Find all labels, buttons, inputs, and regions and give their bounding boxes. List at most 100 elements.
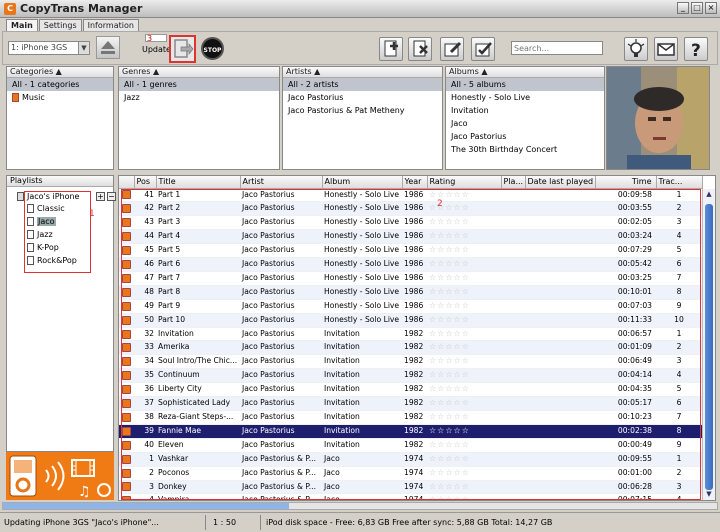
album-item[interactable]: Jaco Pastorius bbox=[446, 130, 604, 143]
rating-stars-icon[interactable]: ☆☆☆☆☆ bbox=[429, 315, 470, 324]
delete-track-button[interactable] bbox=[408, 37, 432, 61]
artist-item[interactable]: Jaco Pastorius & Pat Metheny bbox=[283, 104, 442, 117]
col-album[interactable]: Album bbox=[322, 176, 403, 189]
rating-stars-icon[interactable]: ☆☆☆☆☆ bbox=[429, 495, 470, 500]
categories-header[interactable]: Categories ▲ bbox=[7, 67, 113, 78]
col-time[interactable]: Time bbox=[595, 176, 657, 189]
rating-stars-icon[interactable]: ☆☆☆☆☆ bbox=[429, 370, 470, 379]
table-row[interactable]: 48 Part 8 Jaco Pastorius Honestly - Solo Li… bbox=[119, 285, 702, 300]
track-rating[interactable]: ☆☆☆☆☆ bbox=[427, 466, 501, 481]
track-rating[interactable]: ☆☆☆☆☆ bbox=[427, 438, 501, 453]
col-type[interactable] bbox=[119, 176, 135, 189]
genres-header[interactable]: Genres ▲ bbox=[119, 67, 279, 78]
artist-item[interactable]: All - 2 artists bbox=[283, 78, 442, 91]
playlist-item[interactable]: K-Pop bbox=[27, 242, 59, 254]
track-rating[interactable]: ☆☆☆☆☆ bbox=[427, 215, 501, 231]
rating-stars-icon[interactable]: ☆☆☆☆☆ bbox=[429, 440, 470, 449]
rating-stars-icon[interactable]: ☆☆☆☆☆ bbox=[429, 259, 470, 268]
table-row[interactable]: 4 Vampira Jaco Pastorius & P... Jaco 1974 ☆☆☆… bbox=[119, 493, 702, 500]
playlist-item[interactable]: Rock&Pop bbox=[27, 255, 77, 267]
category-item[interactable]: Music bbox=[7, 91, 113, 104]
vertical-scrollbar[interactable]: ▲ ▼ bbox=[702, 189, 715, 500]
playlist-item[interactable]: Jaco bbox=[27, 216, 56, 228]
album-item[interactable]: All - 5 albums bbox=[446, 78, 604, 91]
track-rating[interactable]: ☆☆☆☆☆ bbox=[427, 368, 501, 384]
col-year[interactable]: Year bbox=[402, 176, 428, 189]
col-track[interactable]: Trac... bbox=[656, 176, 703, 189]
search-input[interactable] bbox=[511, 41, 603, 55]
genre-item[interactable]: All - 1 genres bbox=[119, 78, 279, 91]
album-item[interactable]: Jaco bbox=[446, 117, 604, 130]
rating-stars-icon[interactable]: ☆☆☆☆☆ bbox=[429, 356, 470, 365]
rating-stars-icon[interactable]: ☆☆☆☆☆ bbox=[429, 384, 470, 393]
album-item[interactable]: Honestly - Solo Live bbox=[446, 91, 604, 104]
scroll-down-icon[interactable]: ▼ bbox=[704, 490, 714, 500]
col-artist[interactable]: Artist bbox=[240, 176, 323, 189]
table-row[interactable]: 2 Poconos Jaco Pastorius & P... Jaco 1974 ☆☆☆… bbox=[119, 466, 702, 481]
table-row[interactable]: 1 Vashkar Jaco Pastorius & P... Jaco 1974 ☆☆☆… bbox=[119, 452, 702, 467]
track-rating[interactable]: ☆☆☆☆☆ bbox=[427, 340, 501, 356]
rating-stars-icon[interactable]: ☆☆☆☆☆ bbox=[429, 329, 470, 338]
col-playcount[interactable]: Pla... bbox=[501, 176, 526, 189]
rating-stars-icon[interactable]: ☆☆☆☆☆ bbox=[429, 426, 470, 435]
splitter-handle[interactable] bbox=[6, 170, 114, 174]
rating-stars-icon[interactable]: ☆☆☆☆☆ bbox=[429, 342, 470, 351]
rating-stars-icon[interactable]: ☆☆☆☆☆ bbox=[429, 454, 470, 463]
table-row[interactable]: 45 Part 5 Jaco Pastorius Honestly - Solo Li… bbox=[119, 243, 702, 259]
rating-stars-icon[interactable]: ☆☆☆☆☆ bbox=[429, 217, 470, 226]
col-date-last-played[interactable]: Date last played bbox=[525, 176, 596, 189]
table-row[interactable]: 43 Part 3 Jaco Pastorius Honestly - Solo Li… bbox=[119, 215, 702, 231]
track-rating[interactable]: ☆☆☆☆☆ bbox=[427, 354, 501, 370]
table-row[interactable]: 39 Fannie Mae Jaco Pastorius Invitation 1982… bbox=[119, 424, 702, 439]
category-item[interactable]: All - 1 categories bbox=[7, 78, 113, 91]
table-row[interactable]: 47 Part 7 Jaco Pastorius Honestly - Solo Li… bbox=[119, 271, 702, 286]
table-row[interactable]: 49 Part 9 Jaco Pastorius Honestly - Solo Li… bbox=[119, 299, 702, 314]
track-rating[interactable]: ☆☆☆☆☆ bbox=[427, 480, 501, 495]
table-row[interactable]: 35 Continuum Jaco Pastorius Invitation 1982 ☆… bbox=[119, 368, 702, 384]
close-button[interactable]: × bbox=[705, 2, 717, 14]
album-item[interactable]: The 30th Birthday Concert bbox=[446, 143, 604, 156]
scroll-up-icon[interactable]: ▲ bbox=[704, 190, 714, 200]
contact-button[interactable] bbox=[654, 37, 678, 61]
add-playlist-button[interactable]: + bbox=[96, 192, 105, 201]
table-row[interactable]: 44 Part 4 Jaco Pastorius Honestly - Solo Li… bbox=[119, 229, 702, 245]
rating-stars-icon[interactable]: ☆☆☆☆☆ bbox=[429, 301, 470, 310]
edit-check-button[interactable] bbox=[471, 37, 495, 61]
rating-stars-icon[interactable]: ☆☆☆☆☆ bbox=[429, 231, 470, 240]
playlist-root[interactable]: Jaco's iPhone bbox=[17, 191, 79, 203]
track-rating[interactable]: ☆☆☆☆☆ bbox=[427, 396, 501, 411]
rating-stars-icon[interactable]: ☆☆☆☆☆ bbox=[429, 468, 470, 477]
eject-button[interactable] bbox=[96, 36, 120, 59]
col-pos[interactable]: Pos bbox=[134, 176, 157, 189]
help-button[interactable]: ? bbox=[684, 37, 708, 61]
tab-information[interactable]: Information bbox=[82, 19, 139, 31]
table-row[interactable]: 37 Sophisticated Lady Jaco Pastorius Invita… bbox=[119, 396, 702, 411]
rating-stars-icon[interactable]: ☆☆☆☆☆ bbox=[429, 287, 470, 296]
track-rating[interactable]: ☆☆☆☆☆ bbox=[427, 410, 501, 425]
table-row[interactable]: 32 Invitation Jaco Pastorius Invitation 1982… bbox=[119, 327, 702, 342]
table-row[interactable]: 3 Donkey Jaco Pastorius & P... Jaco 1974 ☆☆☆☆… bbox=[119, 480, 702, 495]
track-rating[interactable]: ☆☆☆☆☆ bbox=[427, 229, 501, 245]
table-row[interactable]: 40 Eleven Jaco Pastorius Invitation 1982 ☆☆☆☆… bbox=[119, 438, 702, 453]
rating-stars-icon[interactable]: ☆☆☆☆☆ bbox=[429, 203, 470, 212]
splitter-handle[interactable] bbox=[118, 170, 716, 174]
track-rating[interactable]: ☆☆☆☆☆ bbox=[427, 243, 501, 259]
rating-stars-icon[interactable]: ☆☆☆☆☆ bbox=[429, 190, 470, 199]
table-row[interactable]: 41 Part 1 Jaco Pastorius Honestly - Solo Li… bbox=[119, 188, 702, 203]
track-rating[interactable]: ☆☆☆☆☆ bbox=[427, 271, 501, 286]
table-row[interactable]: 46 Part 6 Jaco Pastorius Honestly - Solo Li… bbox=[119, 257, 702, 272]
artist-item[interactable]: Jaco Pastorius bbox=[283, 91, 442, 104]
edit-tags-button[interactable] bbox=[440, 37, 464, 61]
tips-button[interactable] bbox=[624, 37, 648, 61]
track-rating[interactable]: ☆☆☆☆☆ bbox=[427, 424, 501, 439]
table-row[interactable]: 42 Part 2 Jaco Pastorius Honestly - Solo Li… bbox=[119, 201, 702, 217]
rating-stars-icon[interactable]: ☆☆☆☆☆ bbox=[429, 398, 470, 407]
add-track-button[interactable] bbox=[379, 37, 403, 61]
table-row[interactable]: 33 Amerika Jaco Pastorius Invitation 1982 ☆☆☆… bbox=[119, 340, 702, 356]
col-title[interactable]: Title bbox=[156, 176, 241, 189]
track-rating[interactable]: ☆☆☆☆☆ bbox=[427, 285, 501, 300]
track-rating[interactable]: ☆☆☆☆☆ bbox=[427, 257, 501, 272]
rating-stars-icon[interactable]: ☆☆☆☆☆ bbox=[429, 412, 470, 421]
track-rating[interactable]: ☆☆☆☆☆ bbox=[427, 313, 501, 328]
albums-header[interactable]: Albums ▲ bbox=[446, 67, 604, 78]
